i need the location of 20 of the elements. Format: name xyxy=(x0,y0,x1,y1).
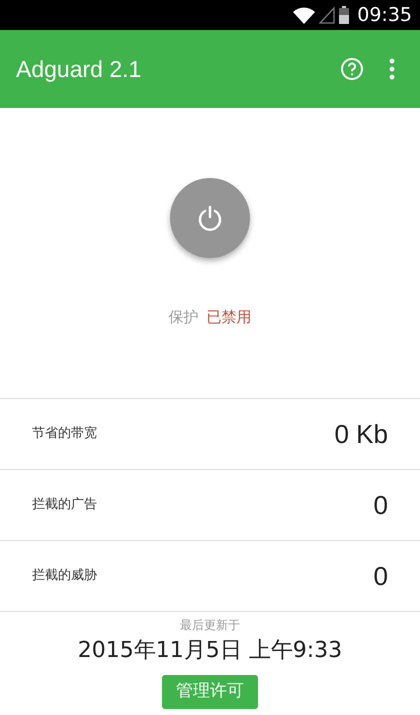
app-title: Adguard 2.1 xyxy=(16,54,142,84)
battery-icon xyxy=(339,6,350,24)
stat-label: 拦截的广告 xyxy=(31,496,97,514)
stat-label: 拦截的威胁 xyxy=(31,567,97,586)
clock-text: 09:35 xyxy=(357,2,412,28)
protection-label: 保护 xyxy=(168,306,198,328)
stat-value: 0 xyxy=(374,560,389,592)
more-menu-icon[interactable] xyxy=(388,58,396,80)
manage-license-button[interactable]: 管理许可 xyxy=(162,675,258,708)
power-button[interactable] xyxy=(170,178,250,258)
wifi-icon xyxy=(293,6,316,24)
protection-status: 已禁用 xyxy=(206,306,252,328)
updated-date: 2015年11月5日 上午9:33 xyxy=(78,637,342,665)
help-icon[interactable] xyxy=(340,57,364,81)
stat-label: 节省的带宽 xyxy=(31,425,97,444)
power-icon xyxy=(196,204,224,232)
stat-value: 0 Kb xyxy=(334,418,389,450)
signal-icon xyxy=(319,6,336,24)
updated-caption: 最后更新于 xyxy=(180,617,240,634)
stat-value: 0 xyxy=(374,488,389,522)
